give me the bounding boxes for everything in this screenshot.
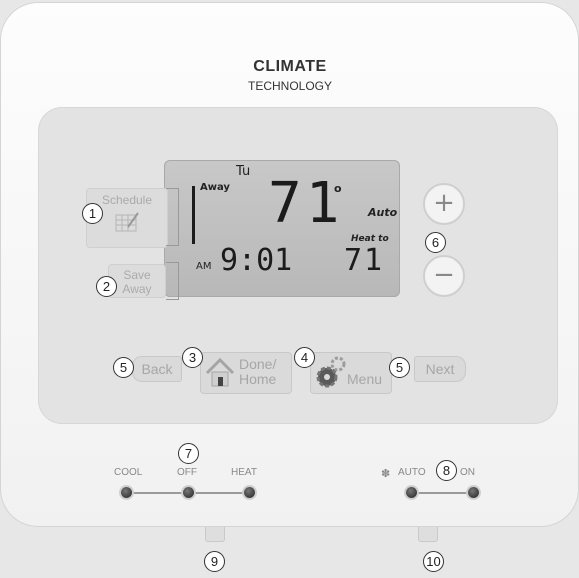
- callout-5-next: 5: [389, 357, 410, 378]
- bottom-tab-right[interactable]: [418, 527, 438, 542]
- calendar-pencil-icon: [115, 212, 139, 232]
- callout-10: 10: [423, 551, 444, 572]
- current-temperature: 71: [268, 171, 344, 236]
- brand-subtitle: TECHNOLOGY: [247, 79, 332, 93]
- fan-on-position[interactable]: [468, 487, 479, 498]
- fan-icon: ✽: [381, 468, 391, 480]
- callout-6: 6: [425, 232, 446, 253]
- done-home-button[interactable]: Done/ Home: [200, 352, 292, 394]
- next-button[interactable]: Next: [414, 356, 466, 382]
- menu-label: Menu: [347, 371, 383, 387]
- fan-switch-rail: [412, 492, 472, 494]
- brand-name: CLIMATE: [253, 58, 327, 75]
- heat-setpoint: 71: [344, 243, 385, 278]
- gear-icon: [316, 356, 346, 388]
- callout-4: 4: [294, 347, 315, 368]
- fan-auto-position[interactable]: [406, 487, 417, 498]
- status-bar: [192, 186, 195, 244]
- callout-1: 1: [82, 203, 103, 224]
- day-indicator: Tu: [236, 164, 251, 179]
- cool-position[interactable]: [121, 487, 132, 498]
- temperature-up-button[interactable]: +: [423, 183, 465, 225]
- callout-5-back: 5: [113, 357, 134, 378]
- home-icon: [205, 357, 235, 387]
- schedule-bracket: [166, 188, 179, 246]
- mode-indicator: Auto: [368, 206, 398, 219]
- clock-time: 9:01: [220, 243, 293, 278]
- callout-3: 3: [182, 347, 203, 368]
- menu-button[interactable]: Menu: [310, 352, 392, 394]
- cool-label: COOL: [114, 467, 143, 478]
- lcd-display: Tu Away 71 o Auto Heat to AM 9:01 71: [164, 160, 400, 297]
- bottom-tab-left[interactable]: [205, 527, 225, 542]
- am-indicator: AM: [196, 261, 212, 272]
- away-indicator: Away: [200, 182, 230, 193]
- heat-position[interactable]: [244, 487, 255, 498]
- off-position[interactable]: [183, 487, 194, 498]
- heat-label: HEAT: [231, 467, 257, 478]
- save-away-button[interactable]: Save Away: [108, 264, 166, 298]
- save-away-bracket: [166, 262, 179, 300]
- callout-2: 2: [96, 276, 117, 297]
- back-button[interactable]: Back: [132, 356, 182, 382]
- fan-auto-label: AUTO: [398, 467, 426, 478]
- fan-on-label: ON: [460, 467, 475, 478]
- callout-9: 9: [204, 551, 225, 572]
- degree-symbol: o: [334, 182, 342, 195]
- off-label: OFF: [177, 467, 197, 478]
- done-home-label: Done/ Home: [239, 356, 277, 387]
- temperature-down-button[interactable]: −: [423, 255, 465, 297]
- callout-8: 8: [436, 460, 457, 481]
- callout-7: 7: [178, 443, 199, 464]
